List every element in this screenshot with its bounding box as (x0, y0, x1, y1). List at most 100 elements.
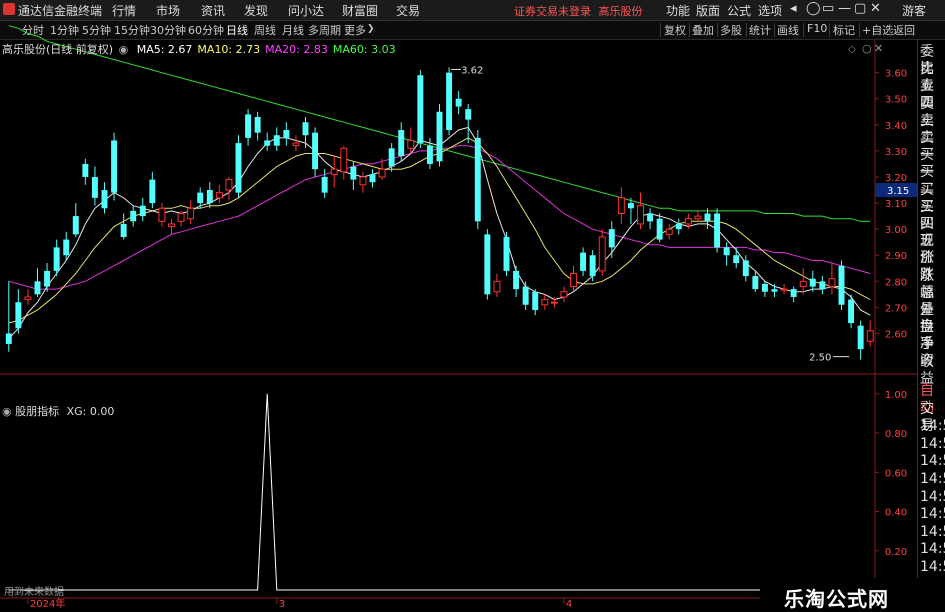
candle-body-up (665, 228, 673, 235)
candle-body-down (857, 325, 864, 350)
candle-body-up (330, 168, 338, 175)
candle-body-down (848, 299, 855, 324)
candle-body-down (302, 122, 309, 136)
candle-body-up (694, 215, 702, 220)
circle-button-icon[interactable]: ○ (862, 42, 872, 55)
indicator-tick-label: 0.40 (885, 508, 907, 519)
candle-body-down (589, 255, 596, 277)
candle-body-down (522, 286, 529, 305)
high-price-label: 3.62 (461, 65, 483, 76)
candle-body-down (388, 148, 395, 167)
kline-chart[interactable]: 3.60 3.50 3.40 3.30 3.20 3.10 3.00 2.90 2.80 2.70… (0, 0, 945, 609)
candle-body-down (149, 179, 156, 204)
diamond-icon[interactable]: ◇ (848, 44, 856, 55)
price-tick-label: 3.60 (885, 69, 907, 80)
candle-body-down (111, 140, 118, 193)
candle-body-up (225, 179, 233, 191)
candle-body-up (684, 218, 692, 225)
candle-body-up (799, 280, 807, 288)
trade-time-label: 14:56 (920, 453, 945, 470)
candle-body-down (417, 75, 424, 144)
candle-body-up (617, 197, 625, 215)
ma-label: MA10: 2.73 (197, 43, 261, 56)
candle-body-up (570, 272, 577, 288)
candle-body-down (273, 135, 280, 146)
candle-body-down (733, 255, 740, 264)
candle-body-down (436, 111, 443, 162)
candle-body-down (627, 203, 634, 209)
trade-time-label: 14:56 (920, 418, 945, 435)
candle-body-down (72, 216, 79, 235)
candle-body-down (426, 145, 433, 164)
indicator-tick-label: 0.60 (885, 468, 907, 479)
price-tick-label: 2.60 (885, 329, 907, 340)
trade-time-label: 14:56 (920, 559, 945, 575)
candle-body-down (82, 163, 89, 177)
candle-body-down (312, 132, 319, 170)
indicator-tick-label: 0.80 (885, 429, 907, 440)
candle-body-up (780, 288, 788, 291)
candle-body-up (340, 147, 348, 173)
candle-body-down (91, 176, 98, 198)
candle-body-down (446, 72, 453, 131)
candle-body-down (5, 333, 12, 344)
trade-time-label: 14:56 (920, 541, 945, 558)
candle-body-down (790, 289, 797, 297)
candle-body-up (292, 142, 300, 147)
candle-body-down (350, 166, 357, 180)
small-close-icon[interactable]: ✕ (874, 42, 883, 55)
candle-body-down (465, 109, 472, 120)
candle-body-down (608, 229, 615, 248)
chart-info-row: 高乐股份(日线 前复权) ◉ MA5: 2.67 MA10: 2.73 MA20: … (2, 41, 396, 57)
trade-time-label: 14:56 (920, 435, 945, 452)
xaxis-label: 3 (279, 599, 285, 609)
candle-body-down (704, 213, 711, 222)
candle-body-down (245, 114, 252, 138)
candle-body-down (455, 98, 462, 107)
candle-body-up (637, 205, 644, 225)
candle-body-up (187, 207, 195, 220)
candle-body-up (24, 296, 32, 301)
price-tick-label: 3.20 (885, 173, 907, 184)
candle-body-down (254, 116, 261, 133)
indicator-value: XG: 0.00 (66, 405, 115, 418)
candle-body-down (197, 192, 204, 204)
candle-body-up (378, 168, 386, 178)
candle-body-up (550, 301, 558, 304)
trade-time-label: 14:56 (920, 523, 945, 540)
trade-time-label: 14:56 (920, 488, 945, 505)
xaxis-label: 2024年 (30, 597, 65, 609)
indicator-info-row: ◉ 股朋指标 XG: 0.00 (2, 403, 114, 419)
candle-body-down (752, 276, 759, 290)
candle-body-down (15, 302, 22, 329)
price-tick-label: 3.00 (885, 225, 907, 236)
candle-body-down (761, 283, 768, 292)
candle-body-down (101, 190, 108, 209)
candle-body-down (283, 130, 290, 138)
candle-body-down (398, 130, 405, 157)
candle-body-up (598, 236, 606, 272)
price-tick-label: 3.50 (885, 95, 907, 106)
candle-body-up (158, 207, 166, 222)
low-price-label: 2.50 (809, 353, 831, 364)
candle-body-down (34, 281, 41, 295)
watermark-title: 乐淘公式网 (784, 587, 889, 611)
candle-body-down (321, 176, 328, 193)
candle-body-up (215, 192, 223, 199)
candle-body-up (828, 278, 836, 288)
price-tick-label: 3.10 (885, 199, 907, 210)
candle-body-down (532, 291, 539, 311)
candle-body-down (714, 213, 721, 248)
indicator-name: 股朋指标 (15, 405, 60, 418)
candle-body-down (264, 140, 271, 146)
indicator-settings-icon[interactable]: ◉ (2, 405, 12, 418)
candle-body-down (369, 174, 376, 183)
candle-body-down (742, 260, 749, 277)
candle-body-down (139, 205, 146, 217)
candle-body-up (541, 299, 549, 306)
candle-body-up (407, 139, 415, 149)
candle-body-down (63, 239, 70, 256)
candle-body-down (513, 270, 520, 290)
ma-label: MA20: 2.83 (265, 43, 328, 56)
settings-icon[interactable]: ◉ (119, 43, 129, 56)
